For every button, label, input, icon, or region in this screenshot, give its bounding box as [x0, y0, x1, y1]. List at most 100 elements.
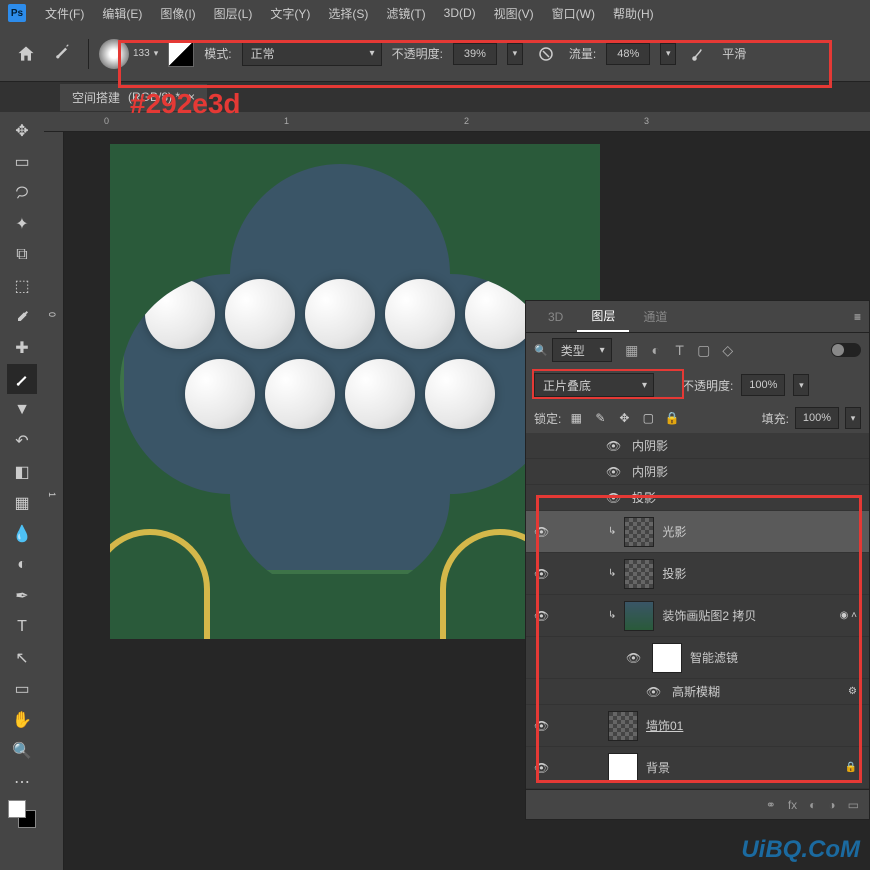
crop-tool[interactable]: ⧉ [7, 240, 37, 270]
flow-input[interactable]: 48% [606, 43, 650, 65]
ruler-vertical[interactable]: 0 1 [44, 132, 64, 870]
lock-all-icon[interactable]: 🔒 [663, 409, 681, 427]
menu-filter[interactable]: 滤镜(T) [377, 5, 434, 22]
lock-transparency-icon[interactable]: ▦ [567, 409, 585, 427]
brush-preset-picker[interactable]: 133 ▾ [99, 39, 158, 69]
panel-menu-icon[interactable]: ≡ [854, 310, 861, 324]
history-brush-tool[interactable]: ↶ [7, 426, 37, 456]
visibility-icon[interactable]: 👁 [626, 651, 644, 665]
search-icon[interactable]: 🔍 [534, 344, 548, 357]
menu-3d[interactable]: 3D(D) [435, 6, 485, 20]
color-swatches[interactable] [8, 800, 36, 828]
move-tool[interactable]: ✥ [7, 116, 37, 146]
link-layers-icon[interactable]: ⚭ [766, 798, 776, 812]
filter-options-icon[interactable]: ⚙ [848, 686, 861, 697]
flow-dropdown[interactable]: ▾ [660, 43, 676, 65]
home-button[interactable] [10, 38, 42, 70]
layer-effect[interactable]: 👁内阴影 [526, 459, 869, 485]
smart-object-icon[interactable]: ◉ ˄ [840, 610, 861, 621]
layer-row[interactable]: 👁 ↳ 投影 [526, 553, 869, 595]
marquee-tool[interactable]: ▭ [7, 147, 37, 177]
lock-pixels-icon[interactable]: ✎ [591, 409, 609, 427]
lasso-tool[interactable] [7, 178, 37, 208]
layer-thumbnail[interactable] [624, 559, 654, 589]
visibility-icon[interactable]: 👁 [646, 685, 664, 699]
visibility-icon[interactable]: 👁 [534, 609, 552, 623]
pen-tool[interactable]: ✒ [7, 581, 37, 611]
menu-layer[interactable]: 图层(L) [205, 5, 262, 22]
tab-layers[interactable]: 图层 [577, 301, 629, 332]
zoom-tool[interactable]: 🔍 [7, 736, 37, 766]
brush-tool[interactable] [7, 364, 37, 394]
layer-row[interactable]: 👁 背景 🔒 [526, 747, 869, 789]
layer-thumbnail[interactable] [624, 517, 654, 547]
rectangle-tool[interactable]: ▭ [7, 674, 37, 704]
magic-wand-tool[interactable]: ✦ [7, 209, 37, 239]
tab-3d[interactable]: 3D [534, 304, 577, 330]
type-tool[interactable]: T [7, 612, 37, 642]
layer-row[interactable]: 👁 ↳ 光影 [526, 511, 869, 553]
edit-toolbar[interactable]: ⋯ [7, 767, 37, 797]
fill-input[interactable]: 100% [795, 407, 839, 429]
blur-tool[interactable]: 💧 [7, 519, 37, 549]
eyedropper-tool[interactable] [7, 302, 37, 332]
layer-thumbnail[interactable] [608, 753, 638, 783]
filter-shape-icon[interactable]: ▢ [696, 342, 712, 358]
menu-select[interactable]: 选择(S) [319, 5, 377, 22]
filter-mask-thumbnail[interactable] [652, 643, 682, 673]
blend-mode-dropdown[interactable]: 正常 [242, 42, 382, 66]
filter-adjust-icon[interactable]: ◐ [648, 342, 664, 358]
menu-type[interactable]: 文字(Y) [261, 5, 319, 22]
healing-tool[interactable]: ✚ [7, 333, 37, 363]
group-icon[interactable]: ▭ [848, 798, 859, 812]
stamp-tool[interactable]: ▼ [7, 395, 37, 425]
airbrush-icon[interactable] [686, 41, 712, 67]
lock-artboard-icon[interactable]: ▢ [639, 409, 657, 427]
layer-effect[interactable]: 👁投影 [526, 485, 869, 511]
menu-view[interactable]: 视图(V) [485, 5, 543, 22]
layer-filter-item[interactable]: 👁 高斯模糊 ⚙ [526, 679, 869, 705]
layer-effect[interactable]: 👁内阴影 [526, 433, 869, 459]
pressure-opacity-icon[interactable] [533, 41, 559, 67]
visibility-icon[interactable]: 👁 [606, 491, 624, 505]
menu-window[interactable]: 窗口(W) [543, 5, 604, 22]
visibility-icon[interactable]: 👁 [534, 719, 552, 733]
menu-file[interactable]: 文件(F) [36, 5, 93, 22]
lock-position-icon[interactable]: ✥ [615, 409, 633, 427]
filter-type-dropdown[interactable]: 类型 [552, 338, 612, 362]
visibility-icon[interactable]: 👁 [606, 439, 624, 453]
filter-smart-icon[interactable]: ◇ [720, 342, 736, 358]
filter-pixel-icon[interactable]: ▦ [624, 342, 640, 358]
layer-row[interactable]: 👁 墙饰01 [526, 705, 869, 747]
fx-icon[interactable]: fx [788, 798, 797, 812]
layer-blend-dropdown[interactable]: 正片叠底 [534, 373, 654, 397]
fill-dropdown[interactable]: ▾ [845, 407, 861, 429]
layer-thumbnail[interactable] [608, 711, 638, 741]
visibility-icon[interactable]: 👁 [606, 465, 624, 479]
mask-icon[interactable]: ◐ [809, 798, 816, 812]
filter-text-icon[interactable]: T [672, 342, 688, 358]
menu-image[interactable]: 图像(I) [151, 5, 204, 22]
menu-help[interactable]: 帮助(H) [604, 5, 663, 22]
brush-panel-toggle[interactable] [168, 41, 194, 67]
path-tool[interactable]: ↖ [7, 643, 37, 673]
adjustment-icon[interactable]: ◑ [828, 798, 835, 812]
layer-opacity-dropdown[interactable]: ▾ [793, 374, 809, 396]
eraser-tool[interactable]: ◧ [7, 457, 37, 487]
dodge-tool[interactable]: ◐ [7, 550, 37, 580]
layer-row[interactable]: 👁 ↳ 装饰画贴图2 拷贝 ◉ ˄ [526, 595, 869, 637]
filter-toggle[interactable] [831, 343, 861, 357]
visibility-icon[interactable]: 👁 [534, 761, 552, 775]
layer-thumbnail[interactable] [624, 601, 654, 631]
hand-tool[interactable]: ✋ [7, 705, 37, 735]
layer-smart-filter[interactable]: 👁 智能滤镜 [526, 637, 869, 679]
opacity-input[interactable]: 39% [453, 43, 497, 65]
visibility-icon[interactable]: 👁 [534, 567, 552, 581]
tab-channels[interactable]: 通道 [629, 302, 681, 331]
gradient-tool[interactable]: ▦ [7, 488, 37, 518]
visibility-icon[interactable]: 👁 [534, 525, 552, 539]
frame-tool[interactable]: ⬚ [7, 271, 37, 301]
menu-edit[interactable]: 编辑(E) [93, 5, 151, 22]
layer-opacity-input[interactable]: 100% [741, 374, 785, 396]
opacity-dropdown[interactable]: ▾ [507, 43, 523, 65]
